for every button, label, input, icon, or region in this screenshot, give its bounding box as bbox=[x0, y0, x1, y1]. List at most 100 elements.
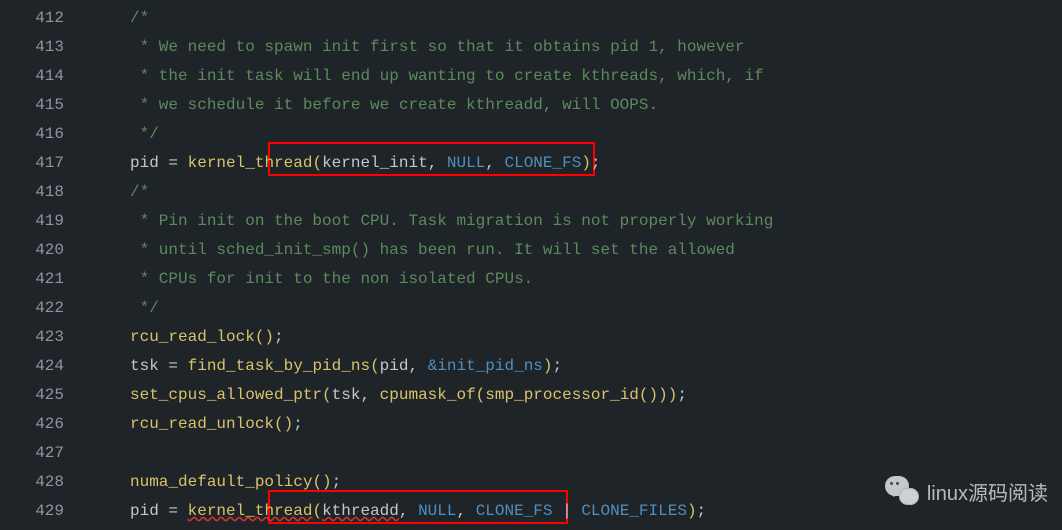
code-line[interactable]: * CPUs for init to the non isolated CPUs… bbox=[76, 265, 1062, 294]
code-token: NULL bbox=[418, 502, 456, 520]
line-number: 418 bbox=[4, 178, 64, 207]
line-number: 420 bbox=[4, 236, 64, 265]
code-line[interactable]: * the init task will end up wanting to c… bbox=[76, 62, 1062, 91]
line-number-gutter: 4124134144154164174184194204214224234244… bbox=[0, 0, 72, 530]
line-number: 422 bbox=[4, 294, 64, 323]
code-token: /* bbox=[130, 183, 149, 201]
code-token: ; bbox=[677, 386, 687, 404]
line-number: 415 bbox=[4, 91, 64, 120]
code-token: ; bbox=[553, 357, 563, 375]
code-line[interactable]: tsk = find_task_by_pid_ns(pid, &init_pid… bbox=[76, 352, 1062, 381]
code-token: ) bbox=[687, 502, 697, 520]
code-line[interactable]: /* bbox=[76, 4, 1062, 33]
code-token: &init_pid_ns bbox=[428, 357, 543, 375]
code-token: pid bbox=[380, 357, 409, 375]
code-token: () bbox=[312, 473, 331, 491]
code-token: , bbox=[360, 386, 379, 404]
code-token: */ bbox=[130, 299, 159, 317]
code-token: ; bbox=[293, 415, 303, 433]
code-token: = bbox=[159, 154, 188, 172]
code-token: pid bbox=[130, 502, 159, 520]
code-token: rcu_read_lock bbox=[130, 328, 255, 346]
line-number: 421 bbox=[4, 265, 64, 294]
code-token: * the init task will end up wanting to c… bbox=[130, 67, 764, 85]
code-token: CLONE_FS bbox=[505, 154, 582, 172]
code-token: ; bbox=[274, 328, 284, 346]
code-line[interactable]: rcu_read_unlock(); bbox=[76, 410, 1062, 439]
code-line[interactable]: */ bbox=[76, 294, 1062, 323]
code-token: = bbox=[159, 357, 188, 375]
code-token: , bbox=[428, 154, 447, 172]
code-token: kthreadd bbox=[322, 502, 399, 520]
code-line[interactable]: * We need to spawn init first so that it… bbox=[76, 33, 1062, 62]
line-number: 425 bbox=[4, 381, 64, 410]
code-token: * We need to spawn init first so that it… bbox=[130, 38, 745, 56]
code-token: * we schedule it before we create kthrea… bbox=[130, 96, 658, 114]
line-number: 424 bbox=[4, 352, 64, 381]
line-number: 413 bbox=[4, 33, 64, 62]
code-token: ( bbox=[322, 386, 332, 404]
code-token: numa_default_policy bbox=[130, 473, 312, 491]
code-area[interactable]: linux源码阅读 /* * We need to spawn init fir… bbox=[72, 0, 1062, 530]
code-token: , bbox=[456, 502, 475, 520]
code-token: () bbox=[639, 386, 658, 404]
code-token: CLONE_FILES bbox=[581, 502, 687, 520]
line-number: 427 bbox=[4, 439, 64, 468]
code-token: tsk bbox=[130, 357, 159, 375]
code-token: * CPUs for init to the non isolated CPUs… bbox=[130, 270, 533, 288]
code-line[interactable] bbox=[76, 439, 1062, 468]
code-token: /* bbox=[130, 9, 149, 27]
code-token: * until sched_init_smp() has been run. I… bbox=[130, 241, 735, 259]
code-token: ( bbox=[312, 154, 322, 172]
code-line[interactable]: /* bbox=[76, 178, 1062, 207]
code-token: ( bbox=[476, 386, 486, 404]
code-line[interactable]: * we schedule it before we create kthrea… bbox=[76, 91, 1062, 120]
code-line[interactable]: pid = kernel_thread(kthreadd, NULL, CLON… bbox=[76, 497, 1062, 526]
line-number: 426 bbox=[4, 410, 64, 439]
code-token: ( bbox=[370, 357, 380, 375]
code-token: = bbox=[159, 502, 188, 520]
code-token: set_cpus_allowed_ptr bbox=[130, 386, 322, 404]
code-token: ( bbox=[312, 502, 322, 520]
line-number: 423 bbox=[4, 323, 64, 352]
code-token: () bbox=[274, 415, 293, 433]
code-token: ) bbox=[668, 386, 678, 404]
code-token: , bbox=[485, 154, 504, 172]
code-line[interactable]: * Pin init on the boot CPU. Task migrati… bbox=[76, 207, 1062, 236]
line-number: 428 bbox=[4, 468, 64, 497]
code-token: find_task_by_pid_ns bbox=[188, 357, 370, 375]
code-line[interactable]: */ bbox=[76, 120, 1062, 149]
line-number: 414 bbox=[4, 62, 64, 91]
line-number: 419 bbox=[4, 207, 64, 236]
line-number: 416 bbox=[4, 120, 64, 149]
code-token: cpumask_of bbox=[380, 386, 476, 404]
code-line[interactable]: set_cpus_allowed_ptr(tsk, cpumask_of(smp… bbox=[76, 381, 1062, 410]
code-token: ) bbox=[543, 357, 553, 375]
code-token: | bbox=[553, 502, 582, 520]
code-token: kernel_init bbox=[322, 154, 428, 172]
code-line[interactable]: rcu_read_lock(); bbox=[76, 323, 1062, 352]
code-token: NULL bbox=[447, 154, 485, 172]
code-token: rcu_read_unlock bbox=[130, 415, 274, 433]
code-line[interactable]: * until sched_init_smp() has been run. I… bbox=[76, 236, 1062, 265]
code-token: kernel_thread bbox=[188, 154, 313, 172]
line-number: 429 bbox=[4, 497, 64, 526]
code-token: * Pin init on the boot CPU. Task migrati… bbox=[130, 212, 773, 230]
code-token: () bbox=[255, 328, 274, 346]
code-token: ; bbox=[591, 154, 601, 172]
line-number: 412 bbox=[4, 4, 64, 33]
code-editor: 4124134144154164174184194204214224234244… bbox=[0, 0, 1062, 530]
line-number: 417 bbox=[4, 149, 64, 178]
code-token: tsk bbox=[332, 386, 361, 404]
code-token: , bbox=[399, 502, 418, 520]
code-token: */ bbox=[130, 125, 159, 143]
code-token: , bbox=[408, 357, 427, 375]
code-token: kernel_thread bbox=[188, 502, 313, 520]
code-token: CLONE_FS bbox=[476, 502, 553, 520]
code-token: ) bbox=[581, 154, 591, 172]
code-line[interactable]: pid = kernel_thread(kernel_init, NULL, C… bbox=[76, 149, 1062, 178]
code-line[interactable]: numa_default_policy(); bbox=[76, 468, 1062, 497]
code-token: smp_processor_id bbox=[485, 386, 639, 404]
code-token: pid bbox=[130, 154, 159, 172]
code-token: ) bbox=[658, 386, 668, 404]
